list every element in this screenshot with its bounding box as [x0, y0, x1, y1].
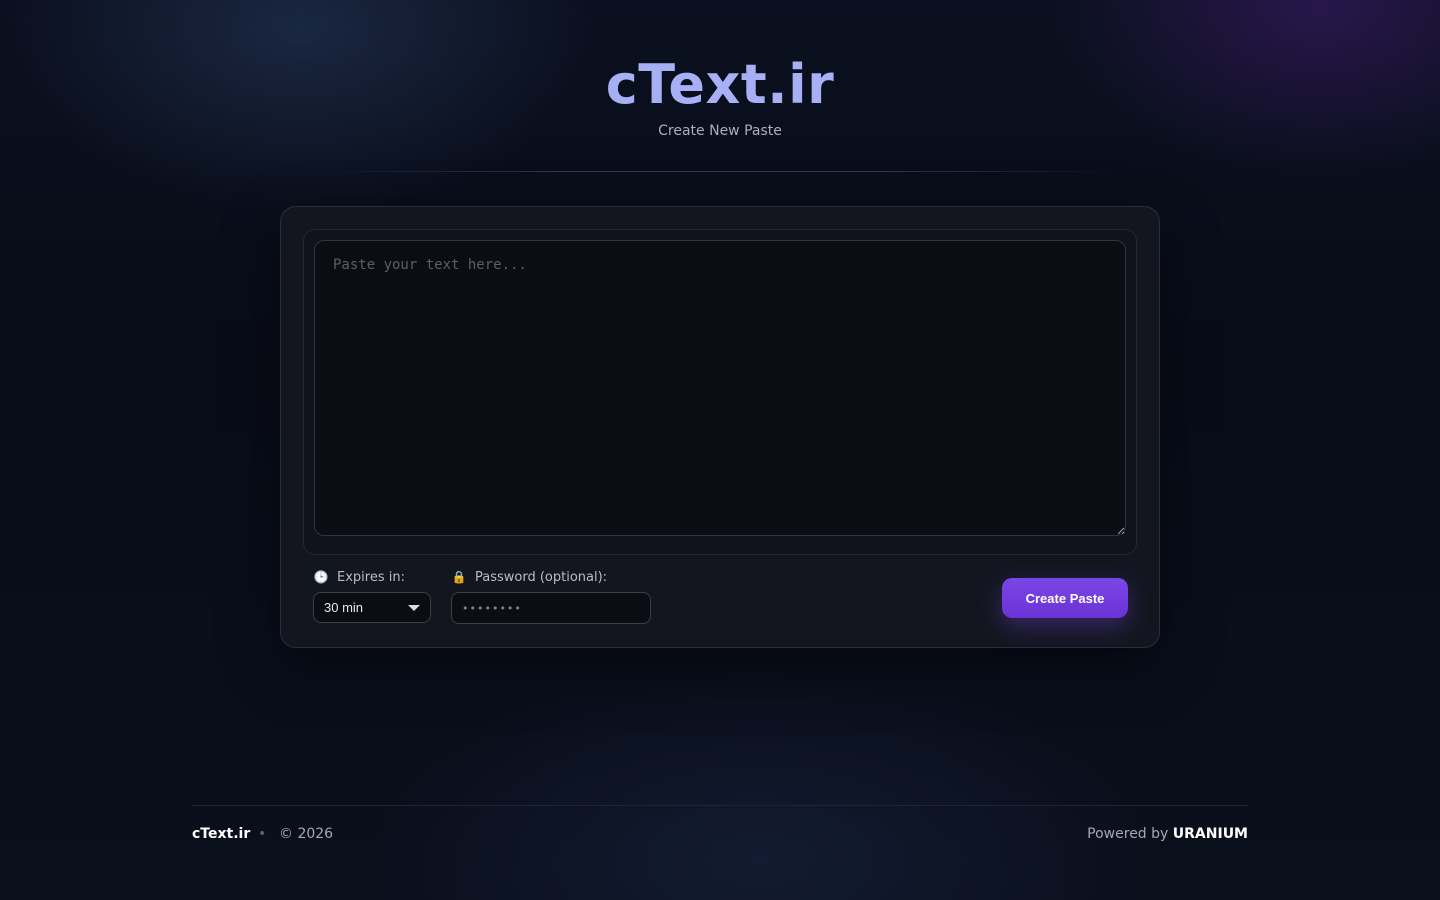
- create-paste-button[interactable]: Create Paste: [1002, 578, 1128, 618]
- footer-powered-by: Powered by URANIUM: [1087, 826, 1248, 842]
- expires-label: 🕒 Expires in:: [313, 569, 405, 586]
- footer-separator: •: [258, 826, 267, 842]
- expires-selected-value: 30 min: [324, 600, 364, 615]
- powered-by-brand-link[interactable]: URANIUM: [1173, 826, 1248, 842]
- expires-label-text: Expires in:: [337, 570, 405, 585]
- footer-copyright: © 2026: [279, 826, 334, 842]
- paste-text-area[interactable]: [314, 240, 1126, 536]
- password-label: 🔒 Password (optional):: [451, 569, 608, 586]
- footer-brand-link[interactable]: cText.ir: [192, 826, 250, 842]
- clock-icon: 🕒: [313, 570, 329, 584]
- chevron-down-icon: [408, 605, 420, 611]
- lock-icon: 🔒: [451, 570, 467, 584]
- site-logo[interactable]: cText.ir: [0, 52, 1440, 118]
- paste-form-card: 🕒 Expires in: 30 min 🔒 Password (optional)…: [280, 206, 1160, 648]
- footer: cText.ir • © 2026 Powered by URANIUM: [192, 805, 1248, 856]
- header: cText.ir Create New Paste: [0, 0, 1440, 172]
- powered-by-text: Powered by: [1087, 826, 1169, 842]
- password-input[interactable]: [451, 592, 651, 624]
- editor-container: [303, 229, 1137, 555]
- header-divider: [320, 171, 1120, 172]
- expires-select[interactable]: 30 min: [313, 592, 431, 623]
- page-subtitle: Create New Paste: [658, 123, 782, 139]
- password-label-text: Password (optional):: [475, 570, 608, 585]
